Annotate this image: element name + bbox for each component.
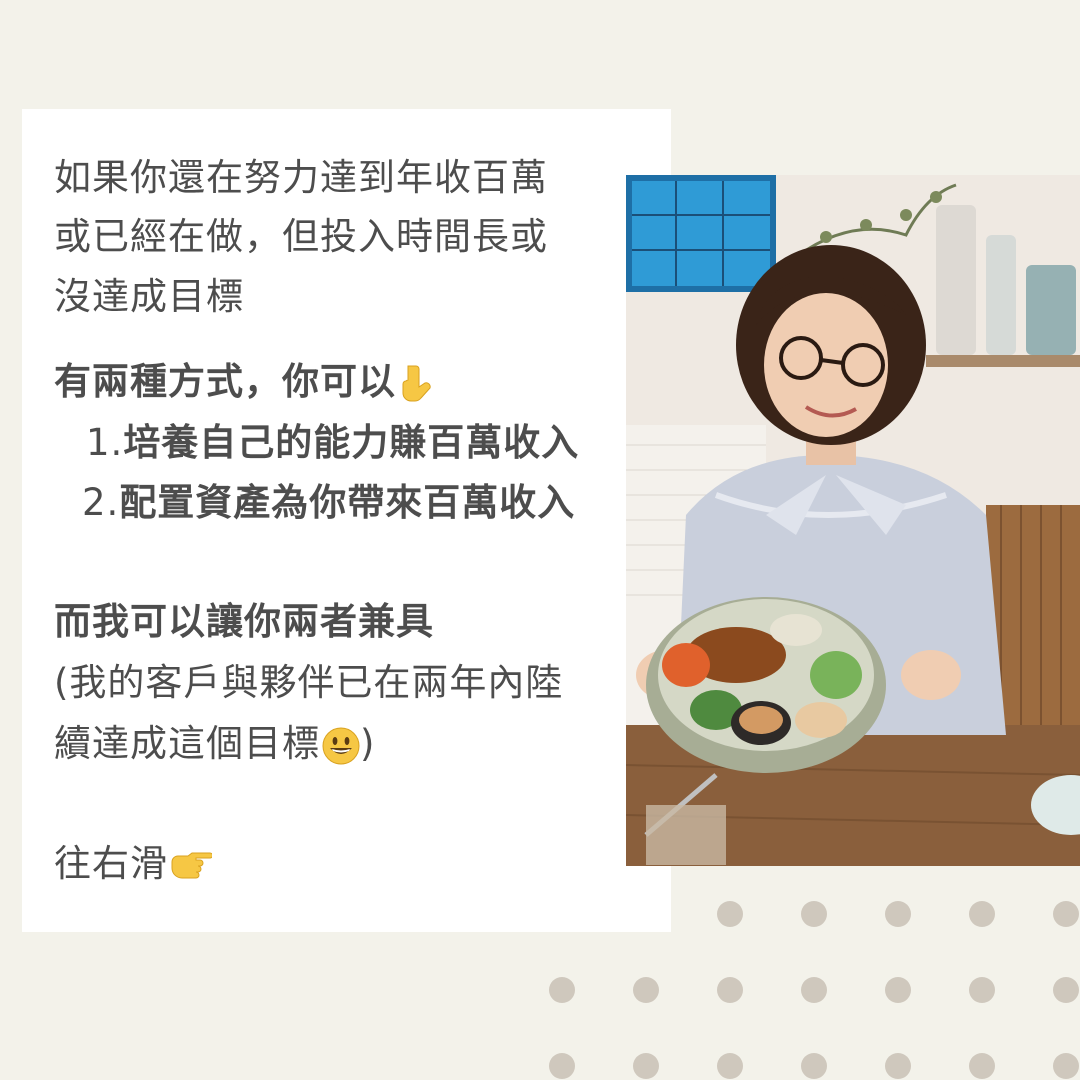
intro-line-2: 或已經在做，但投入時間長或 <box>54 215 548 258</box>
ways-heading-text: 有兩種方式，你可以 <box>54 360 396 403</box>
swipe-cta[interactable]: 往右滑 <box>54 842 212 886</box>
dot <box>969 901 995 927</box>
grinning-face-icon <box>322 727 360 765</box>
dot <box>1053 901 1079 927</box>
pointing-right-hand-icon <box>170 850 212 882</box>
dot <box>717 901 743 927</box>
offer-note-line-2-text: 續達成這個目標 <box>54 722 320 765</box>
dot <box>717 977 743 1003</box>
dot <box>885 1053 911 1079</box>
ways-item-2: 2.配置資產為你帶來百萬收入 <box>82 481 575 525</box>
offer-note-close: ) <box>360 722 376 765</box>
dot <box>885 901 911 927</box>
ways-item-1: 1.培養自己的能力賺百萬收入 <box>86 421 579 465</box>
intro-line-1: 如果你還在努力達到年收百萬 <box>54 156 548 199</box>
intro-line-3: 沒達成目標 <box>54 275 244 318</box>
offer-note-line-1: (我的客戶與夥伴已在兩年內陸 <box>54 661 564 704</box>
dot <box>1053 977 1079 1003</box>
dot <box>1053 1053 1079 1079</box>
dot <box>801 1053 827 1079</box>
offer-heading: 而我可以讓你兩者兼具 <box>54 600 434 643</box>
ways-heading: 有兩種方式，你可以 <box>54 360 434 404</box>
swipe-cta-label: 往右滑 <box>54 842 168 885</box>
ways-item-2-label: 配置資產為你帶來百萬收入 <box>119 481 576 524</box>
ways-item-1-number: 1. <box>86 421 124 464</box>
dot <box>633 1053 659 1079</box>
offer-note-line-2: 續達成這個目標 ) <box>54 722 375 766</box>
dot <box>801 977 827 1003</box>
dot <box>549 1053 575 1079</box>
dot <box>717 1053 743 1079</box>
pointing-down-hand-icon <box>398 364 434 404</box>
dot <box>969 977 995 1003</box>
dot <box>549 977 575 1003</box>
dot <box>633 977 659 1003</box>
ways-item-1-label: 培養自己的能力賺百萬收入 <box>123 421 580 464</box>
portrait-photo <box>626 175 1080 866</box>
dot <box>801 901 827 927</box>
dot <box>885 977 911 1003</box>
dot <box>969 1053 995 1079</box>
ways-item-2-number: 2. <box>82 481 120 524</box>
